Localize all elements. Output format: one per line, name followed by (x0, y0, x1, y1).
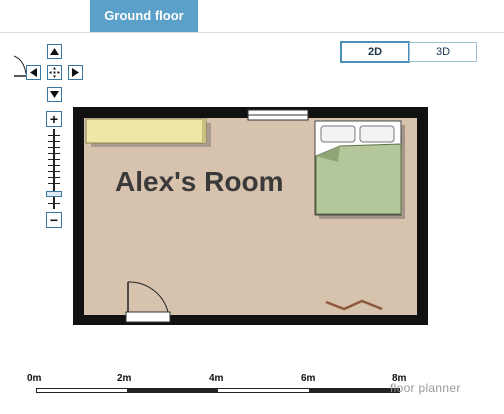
pan-right-button[interactable] (68, 65, 83, 80)
scale-label-6m: 6m (301, 373, 316, 384)
zoom-in-button[interactable]: + (46, 111, 62, 127)
arrow-up-icon (50, 48, 59, 55)
brand-text: floor planner (390, 381, 461, 395)
floor-tab-bar: Ground floor (0, 0, 504, 33)
scale-bar-segment (309, 389, 399, 392)
center-move-icon (49, 67, 60, 78)
scale-bar (36, 388, 400, 393)
zoom-tick (48, 135, 60, 136)
zoom-tick (48, 141, 60, 142)
scale-bar-segment (127, 389, 218, 392)
zoom-tick (48, 177, 60, 178)
arrow-left-icon (30, 68, 37, 77)
zoom-tick (48, 147, 60, 148)
pan-up-button[interactable] (47, 44, 62, 59)
zoom-slider-handle[interactable] (46, 191, 62, 197)
room-label[interactable]: Alex's Room (115, 166, 283, 198)
arrow-right-icon (72, 68, 79, 77)
zoom-tick (48, 153, 60, 154)
view-3d-button[interactable]: 3D (409, 42, 477, 62)
scale-label-0m: 0m (27, 373, 42, 384)
pan-center-button[interactable] (47, 65, 62, 80)
pan-down-button[interactable] (47, 87, 62, 102)
scale-label-2m: 2m (117, 373, 132, 384)
bed[interactable] (314, 120, 405, 219)
view-2d-button[interactable]: 2D (340, 41, 410, 63)
pan-left-button[interactable] (26, 65, 41, 80)
arrow-down-icon (50, 91, 59, 98)
window[interactable] (247, 109, 309, 121)
zoom-tick (48, 159, 60, 160)
floor-plan-canvas[interactable] (70, 104, 432, 328)
zoom-out-button[interactable]: − (46, 212, 62, 228)
pillow-icon (359, 125, 395, 143)
scale-label-4m: 4m (209, 373, 224, 384)
zoom-tick (48, 183, 60, 184)
tab-ground-floor[interactable]: Ground floor (90, 0, 198, 32)
zoom-tick (48, 165, 60, 166)
floorplanner-logo: floor planner (390, 381, 461, 395)
zoom-tick (48, 171, 60, 172)
desk[interactable] (85, 118, 211, 147)
zoom-tick (48, 203, 60, 204)
pillow-icon (320, 125, 356, 143)
